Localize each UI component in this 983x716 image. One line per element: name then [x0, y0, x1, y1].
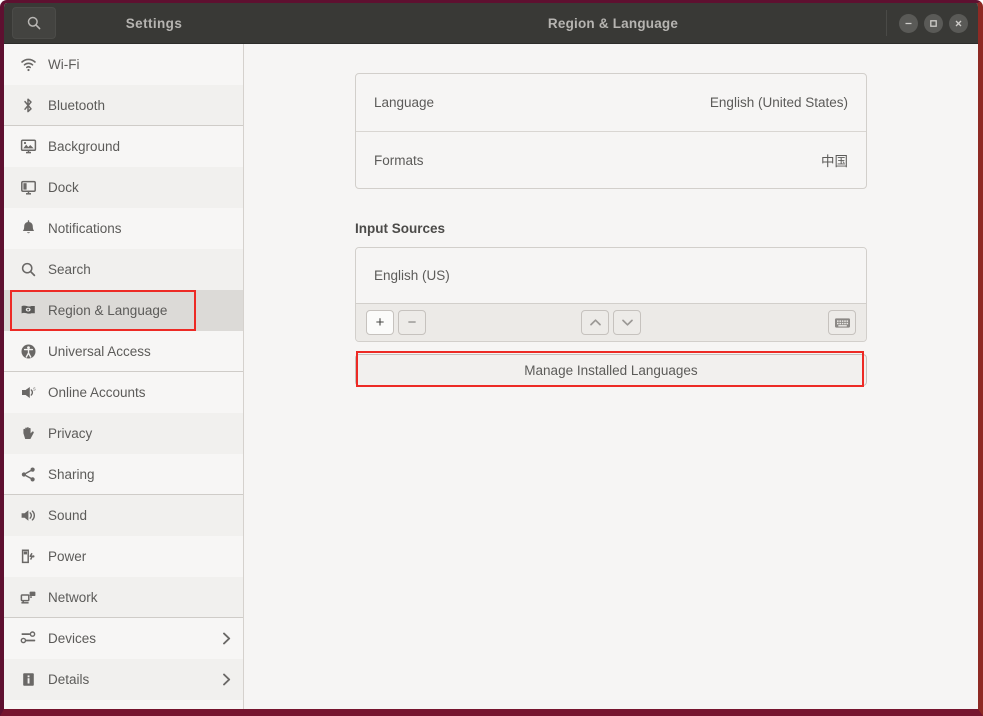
flag-icon: [14, 299, 42, 323]
sidebar-search-button[interactable]: [12, 7, 56, 39]
formats-row[interactable]: Formats 中国: [356, 131, 866, 188]
hand-icon: [14, 422, 42, 446]
sidebar-item-label: Power: [48, 549, 87, 564]
settings-sidebar: Wi-Fi Bluetooth Background Dock Notifica…: [4, 44, 244, 709]
manage-languages-wrapper: Manage Installed Languages: [355, 351, 867, 387]
devices-icon: [14, 627, 42, 651]
panel-column: Language English (United States) Formats…: [355, 73, 867, 387]
move-down-button[interactable]: [613, 310, 641, 335]
formats-row-value: 中国: [821, 154, 848, 169]
settings-window: Settings Region & Language Wi-Fi Bluetoo…: [0, 0, 983, 716]
background-icon: [14, 135, 42, 159]
bell-icon: [14, 217, 42, 241]
power-icon: [14, 545, 42, 569]
input-source-label: English (US): [374, 268, 450, 283]
language-card: Language English (United States) Formats…: [355, 73, 867, 189]
toolbar-move-group: [356, 310, 866, 335]
input-sources-list: English (US): [356, 248, 866, 303]
keyboard-icon: [834, 317, 851, 329]
accessibility-icon: [14, 339, 42, 363]
search-icon: [26, 15, 42, 31]
wifi-icon: [14, 53, 42, 77]
move-up-button[interactable]: [581, 310, 609, 335]
remove-input-source-button[interactable]: −: [398, 310, 426, 335]
sidebar-item-label: Search: [48, 262, 91, 277]
input-sources-card: English (US) + −: [355, 247, 867, 342]
info-icon: [14, 668, 42, 692]
window-titlebar: Settings Region & Language: [4, 3, 978, 44]
minimize-icon: [903, 18, 914, 29]
sidebar-item-online-accounts[interactable]: s Online Accounts: [4, 372, 243, 413]
sidebar-item-label: Online Accounts: [48, 385, 146, 400]
sidebar-item-bluetooth[interactable]: Bluetooth: [4, 85, 243, 126]
app-title: Settings: [125, 15, 183, 31]
language-row-value: English (United States): [709, 95, 848, 110]
sidebar-item-label: Background: [48, 139, 121, 154]
maximize-button[interactable]: [924, 13, 943, 33]
minimize-button[interactable]: [899, 13, 918, 33]
window-body: Wi-Fi Bluetooth Background Dock Notifica…: [4, 44, 978, 709]
sidebar-item-notifications[interactable]: Notifications: [4, 208, 243, 249]
sidebar-item-network[interactable]: Network: [4, 577, 243, 618]
page-title: Region & Language: [547, 15, 679, 31]
sidebar-item-label: Sharing: [48, 466, 95, 482]
maximize-icon: [928, 18, 939, 29]
sidebar-item-universal-access[interactable]: Universal Access: [4, 331, 243, 372]
sidebar-item-region-language[interactable]: Region & Language: [4, 290, 243, 331]
sidebar-item-details[interactable]: Details: [4, 659, 243, 700]
sidebar-item-sound[interactable]: Sound: [4, 495, 243, 536]
sidebar-item-label: Bluetooth: [48, 97, 106, 113]
sidebar-item-label: Network: [48, 589, 98, 605]
share-icon: [14, 462, 42, 486]
input-sources-toolbar: + −: [356, 303, 866, 341]
language-row-label: Language: [374, 95, 435, 110]
sidebar-item-label: Privacy: [48, 426, 93, 441]
sidebar-item-label: Region & Language: [48, 303, 168, 318]
window-controls: [886, 10, 968, 36]
close-icon: [953, 18, 964, 29]
toolbar-left-group: + −: [366, 310, 426, 335]
dock-icon: [14, 176, 42, 200]
input-sources-heading: Input Sources: [355, 221, 446, 236]
sidebar-item-devices[interactable]: Devices: [4, 618, 243, 659]
chevron-right-icon: [213, 672, 239, 687]
chevron-down-icon: [621, 318, 634, 327]
plus-icon: +: [375, 314, 385, 331]
sidebar-item-label: Wi-Fi: [48, 57, 80, 72]
formats-row-label: Formats: [374, 152, 424, 168]
sidebar-item-label: Universal Access: [48, 343, 151, 359]
close-button[interactable]: [949, 13, 968, 33]
sidebar-item-label: Devices: [48, 631, 97, 646]
sidebar-item-privacy[interactable]: Privacy: [4, 413, 243, 454]
minus-icon: −: [407, 314, 417, 331]
svg-text:s: s: [33, 386, 36, 392]
online-accounts-icon: s: [14, 381, 42, 405]
input-source-item[interactable]: English (US): [356, 248, 866, 303]
sidebar-item-search[interactable]: Search: [4, 249, 243, 290]
sidebar-item-wifi[interactable]: Wi-Fi: [4, 44, 243, 85]
language-row[interactable]: Language English (United States): [356, 74, 866, 131]
sidebar-item-label: Sound: [48, 508, 88, 523]
sidebar-item-label: Dock: [48, 180, 79, 195]
chevron-up-icon: [589, 318, 602, 327]
sidebar-item-sharing[interactable]: Sharing: [4, 454, 243, 495]
sidebar-item-dock[interactable]: Dock: [4, 167, 243, 208]
sidebar-item-power[interactable]: Power: [4, 536, 243, 577]
bluetooth-icon: [14, 93, 42, 117]
speaker-icon: [14, 504, 42, 528]
chevron-right-icon: [213, 631, 239, 646]
network-icon: [14, 585, 42, 609]
search-icon: [14, 258, 42, 282]
add-input-source-button[interactable]: +: [366, 310, 394, 335]
sidebar-item-label: Details: [48, 672, 90, 687]
keyboard-shortcuts-button[interactable]: [828, 310, 856, 335]
manage-installed-languages-button[interactable]: Manage Installed Languages: [355, 354, 867, 386]
toolbar-right-group: [828, 310, 856, 335]
region-language-panel: Language English (United States) Formats…: [244, 44, 978, 709]
sidebar-item-label: Notifications: [48, 221, 122, 236]
sidebar-item-background[interactable]: Background: [4, 126, 243, 167]
